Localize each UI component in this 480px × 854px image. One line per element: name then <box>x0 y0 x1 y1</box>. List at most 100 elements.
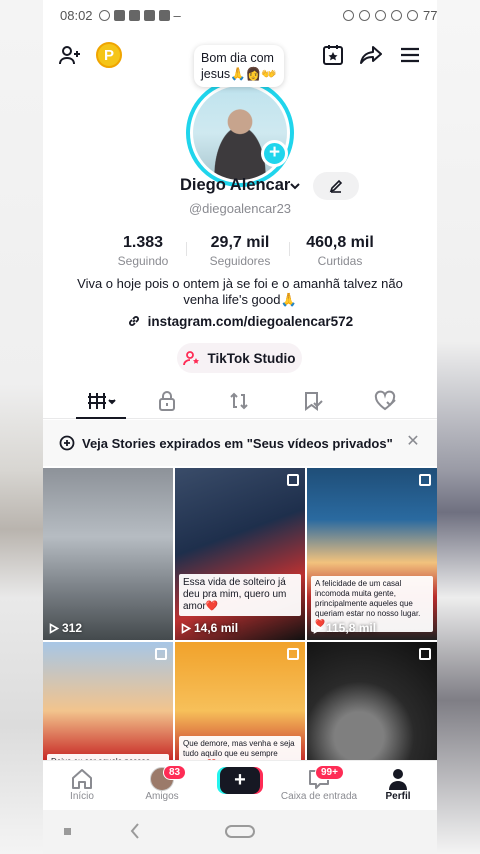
note-bubble[interactable]: Bom dia com jesus🙏👩👐 <box>194 45 284 87</box>
system-nav-bar <box>43 810 437 854</box>
nav-home[interactable]: Início <box>47 767 117 802</box>
profile-handle: @diegoalencar23 <box>188 201 292 216</box>
video-thumbnail[interactable]: 312 <box>43 468 173 640</box>
video-thumbnail[interactable]: A felicidade de um casal incomoda muita … <box>307 468 437 640</box>
share-icon[interactable] <box>358 42 384 68</box>
nav-friends[interactable]: Amigos 83 <box>127 765 197 802</box>
play-icon <box>49 622 59 634</box>
facebook-icon <box>113 9 125 21</box>
tab-favorites[interactable] <box>300 389 326 413</box>
stat-following[interactable]: 1.383 Seguindo <box>105 234 181 268</box>
bookmark-icon <box>305 392 323 411</box>
profile-icon <box>389 769 407 790</box>
wifi-icon <box>390 9 402 21</box>
system-nav-icons <box>64 823 255 839</box>
headphones-icon <box>342 9 354 21</box>
status-bar: 08:02 – 77% <box>43 0 437 30</box>
inbox-badge: 99+ <box>315 765 344 780</box>
tab-liked[interactable] <box>372 389 398 413</box>
facebook-icon <box>143 9 155 21</box>
video-caption: Essa vida de solteiro já deu pra mim, qu… <box>179 574 301 616</box>
lock-icon <box>159 391 175 411</box>
menu-icon[interactable] <box>397 42 423 68</box>
stat-followers-label: Seguidores <box>209 254 271 268</box>
carousel-icon <box>419 648 431 660</box>
profile-link[interactable]: instagram.com/diegoalencar572 <box>43 314 437 329</box>
pencil-icon <box>329 179 343 193</box>
right-backdrop <box>437 0 480 854</box>
tab-videos[interactable] <box>83 389 119 413</box>
status-time: 08:02 <box>60 7 93 23</box>
create-button[interactable]: + <box>220 767 260 794</box>
nav-home-label: Início <box>70 791 94 802</box>
whatsapp-icon <box>98 9 110 21</box>
profile-name[interactable]: Diego Alencar <box>180 176 290 195</box>
facebook-icon <box>128 9 140 21</box>
nav-profile-label: Perfil <box>385 791 411 802</box>
play-icon <box>313 622 323 634</box>
view-count: 312 <box>49 621 82 635</box>
tiktok-studio-label: TikTok Studio <box>207 350 296 366</box>
stories-banner[interactable]: Veja Stories expirados em "Seus vídeos p… <box>43 420 437 466</box>
play-icon <box>181 622 191 634</box>
nav-inbox[interactable]: Caixa de entrada 99+ <box>279 765 359 802</box>
stat-likes-value: 460,8 mil <box>306 234 374 251</box>
friends-badge: 83 <box>163 765 187 780</box>
stat-following-value: 1.383 <box>122 234 164 251</box>
carousel-icon <box>419 474 431 486</box>
nav-profile[interactable]: Perfil <box>363 767 433 802</box>
edit-profile-button[interactable] <box>313 172 359 200</box>
chevron-down-icon[interactable] <box>289 179 301 197</box>
stat-following-label: Seguindo <box>117 254 169 268</box>
avatar[interactable] <box>186 79 294 187</box>
stat-followers[interactable]: 29,7 mil Seguidores <box>198 234 282 268</box>
add-circle-icon <box>59 435 75 451</box>
stats-row: 1.383 Seguindo 29,7 mil Seguidores 460,8… <box>43 234 437 270</box>
view-count: 115,8 mil <box>313 621 376 635</box>
view-count-text: 115,8 mil <box>326 621 377 635</box>
battery-percent: 77% <box>422 7 437 23</box>
add-friend-icon[interactable] <box>57 42 83 68</box>
divider <box>289 242 290 256</box>
heart-icon <box>374 390 396 411</box>
coins-icon[interactable]: P <box>96 42 122 68</box>
tab-reposts[interactable] <box>226 389 252 413</box>
profile-link-text: instagram.com/diegoalencar572 <box>147 314 354 329</box>
home-pill-icon <box>225 825 255 838</box>
stat-followers-value: 29,7 mil <box>210 234 270 251</box>
carousel-icon <box>287 648 299 660</box>
name-row: Diego Alencar <box>43 172 437 200</box>
stat-likes[interactable]: 460,8 mil Curtidas <box>295 234 385 268</box>
stories-banner-text: Veja Stories expirados em "Seus vídeos p… <box>82 435 393 451</box>
bottom-nav: Início Amigos 83 + Caixa de entrada 99+ … <box>43 760 437 810</box>
tab-private[interactable] <box>154 389 180 413</box>
grid-icon <box>88 393 116 409</box>
signal-icon <box>406 9 418 21</box>
link-icon <box>128 316 139 326</box>
stat-likes-label: Curtidas <box>317 254 363 268</box>
add-story-icon[interactable]: + <box>261 140 288 167</box>
carousel-icon <box>155 648 167 660</box>
close-icon[interactable]: ✕ <box>405 434 421 450</box>
left-backdrop <box>0 0 43 854</box>
view-count-text: 14,6 mil <box>194 621 239 635</box>
dash-icon: – <box>173 7 181 23</box>
facebook-icon <box>158 9 170 21</box>
system-icons: 77% <box>342 7 437 23</box>
vibrate-icon <box>374 9 386 21</box>
profile-tabs <box>43 385 437 419</box>
calendar-star-icon[interactable] <box>320 42 346 68</box>
tiktok-studio-button[interactable]: TikTok Studio <box>177 343 302 373</box>
active-tab-indicator <box>76 417 126 419</box>
profile-bio: Viva o hoje pois o ontem jà se foi e o a… <box>77 276 403 307</box>
home-icon <box>72 769 92 789</box>
tiktok-profile-screen: 08:02 – 77% P <box>43 0 437 854</box>
repost-icon <box>230 392 248 410</box>
video-thumbnail[interactable]: Essa vida de solteiro já deu pra mim, qu… <box>175 468 305 640</box>
nav-friends-label: Amigos <box>145 791 179 802</box>
view-count-text: 312 <box>62 621 83 635</box>
back-icon <box>130 823 139 839</box>
recents-icon <box>64 828 71 835</box>
carousel-icon <box>287 474 299 486</box>
notification-icons: – <box>98 7 181 23</box>
